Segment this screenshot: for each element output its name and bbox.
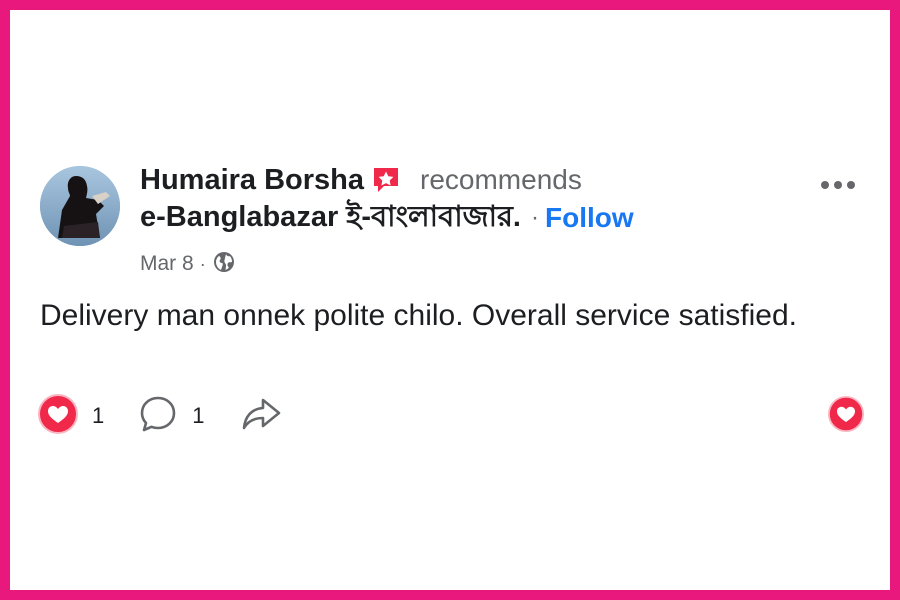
avatar-image	[40, 166, 120, 246]
avatar[interactable]	[40, 166, 120, 246]
love-reaction-icon	[38, 393, 78, 439]
post-text: Delivery man onnek polite chilo. Overall…	[40, 299, 797, 332]
post-meta: Mar 8 ·	[140, 250, 236, 278]
comment-icon	[138, 394, 178, 439]
comment-button[interactable]: 1	[138, 394, 205, 439]
post-date[interactable]: Mar 8	[140, 252, 194, 276]
meta-separator: ·	[199, 253, 206, 274]
review-card: Humaira Borsha recommends e-Banglabazar …	[10, 10, 890, 590]
author-name[interactable]: Humaira Borsha	[140, 164, 364, 197]
globe-icon	[212, 250, 236, 279]
share-button[interactable]	[239, 394, 283, 439]
recommends-label: recommends	[420, 164, 582, 195]
recommendation-badge-icon	[370, 164, 402, 196]
comments-count: 1	[192, 403, 205, 428]
more-options-icon[interactable]	[816, 170, 860, 200]
reactions-button[interactable]: 1	[38, 393, 105, 439]
react-love-button[interactable]	[828, 396, 864, 432]
page-name-link[interactable]: e-Banglabazar ই-বাংলাবাজার.	[140, 194, 521, 243]
action-bar: 1 1	[38, 393, 317, 439]
reactions-count: 1	[92, 403, 105, 428]
separator-dot: ·	[531, 204, 539, 231]
love-react-icon	[828, 396, 864, 432]
share-icon	[239, 394, 283, 439]
follow-button[interactable]: Follow	[545, 202, 634, 234]
page-line: e-Banglabazar ই-বাংলাবাজার. · Follow	[140, 198, 634, 238]
